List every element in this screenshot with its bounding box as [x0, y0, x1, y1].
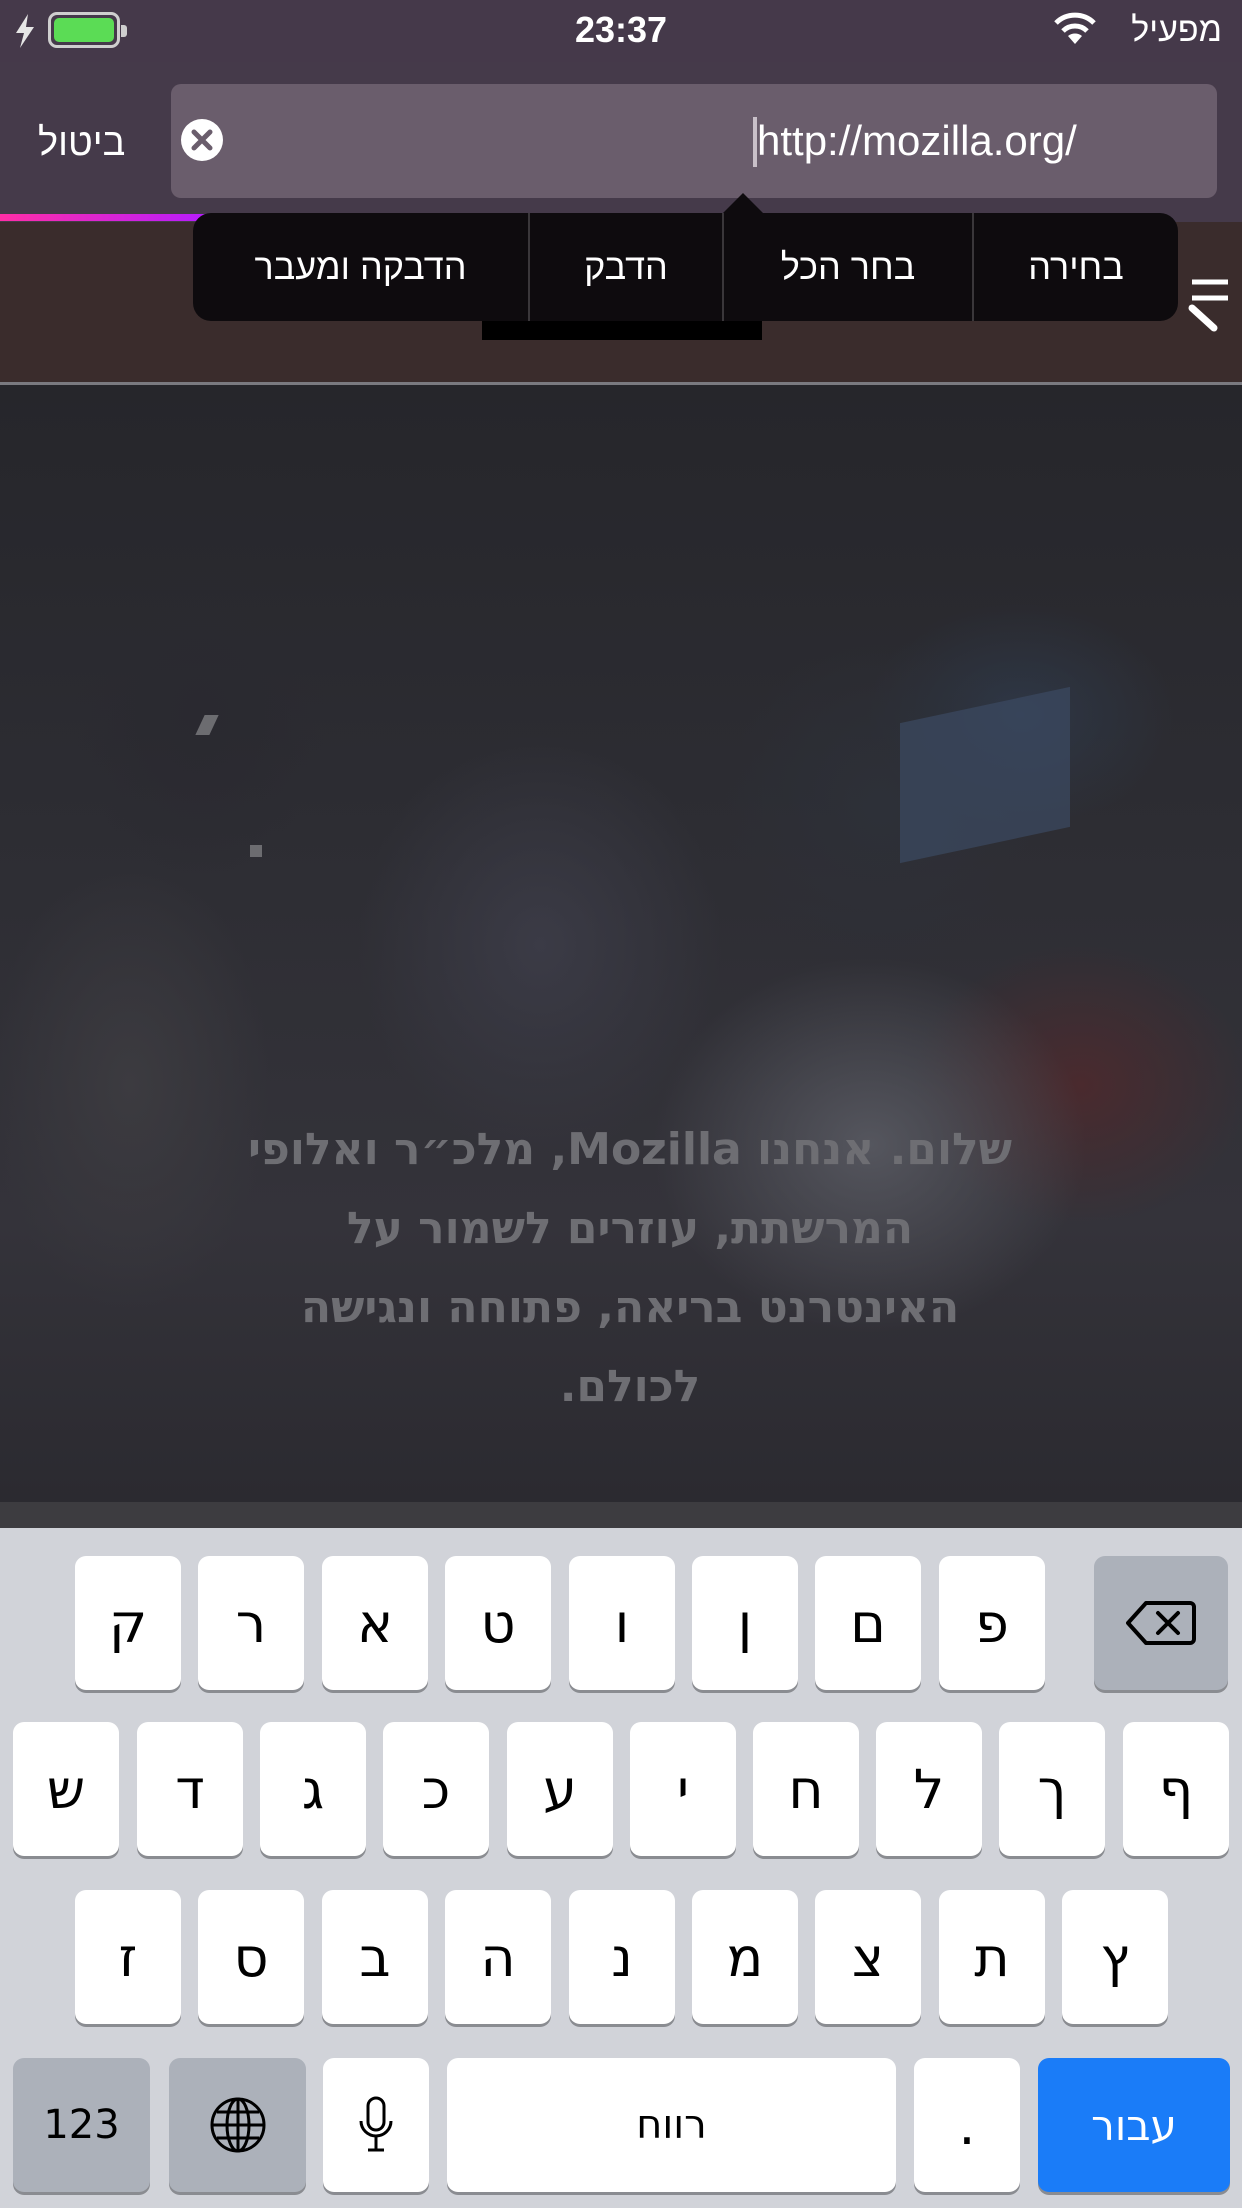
status-bar: 23:37 מפעיל — [0, 0, 1242, 62]
key[interactable]: נ — [569, 1890, 675, 2024]
page-load-progress — [0, 214, 210, 221]
menu-select[interactable]: בחירה — [972, 213, 1178, 321]
key[interactable]: ר — [198, 1556, 304, 1690]
key[interactable]: ף — [1123, 1722, 1229, 1856]
key[interactable]: ס — [198, 1890, 304, 2024]
key[interactable]: ו — [569, 1556, 675, 1690]
globe-key[interactable] — [169, 2058, 306, 2192]
hero-image: שלום. אנחנו Mozilla, מלכ״ר ואלופי המרשתת… — [0, 385, 1242, 1502]
key[interactable]: ת — [939, 1890, 1045, 2024]
key[interactable]: ץ — [1062, 1890, 1168, 2024]
space-key[interactable]: רווח — [447, 2058, 896, 2192]
key[interactable]: ב — [322, 1890, 428, 2024]
microphone-key[interactable] — [323, 2058, 429, 2192]
key[interactable]: ד — [137, 1722, 243, 1856]
key[interactable]: כ — [383, 1722, 489, 1856]
edit-menu: בחירה בחר הכל הדבק הדבקה ומעבר — [193, 193, 1178, 321]
backspace-icon — [1126, 1601, 1196, 1645]
go-key[interactable]: עבור — [1038, 2058, 1230, 2192]
hero-mark — [250, 845, 262, 857]
globe-icon — [210, 2097, 265, 2153]
search-icon[interactable] — [1184, 272, 1224, 332]
key[interactable]: א — [322, 1556, 428, 1690]
period-key[interactable]: . — [914, 2058, 1020, 2192]
carrier-label: מפעיל — [1131, 11, 1222, 49]
key[interactable]: צ — [815, 1890, 921, 2024]
backspace-key[interactable] — [1094, 1556, 1228, 1690]
key[interactable]: י — [630, 1722, 736, 1856]
hero-headline: שלום. אנחנו Mozilla, מלכ״ר ואלופי המרשתת… — [190, 1110, 1070, 1426]
key[interactable]: ל — [876, 1722, 982, 1856]
key[interactable]: ט — [445, 1556, 551, 1690]
url-input[interactable]: http://mozilla.org/ — [171, 84, 1217, 198]
wifi-icon — [1054, 12, 1096, 44]
menu-select-all[interactable]: בחר הכל — [722, 213, 972, 321]
clear-url-icon[interactable] — [181, 119, 223, 161]
menu-paste[interactable]: הדבק — [528, 213, 722, 321]
key[interactable]: ך — [999, 1722, 1105, 1856]
key[interactable]: ן — [692, 1556, 798, 1690]
hero-line: לכולם. — [559, 1361, 701, 1412]
keyboard: ק ר א ט ו ן ם פ ש ד ג כ ע י ח ל ך ף ז ס … — [0, 1528, 1242, 2208]
key[interactable]: פ — [939, 1556, 1045, 1690]
hero-mark — [195, 715, 219, 735]
key[interactable]: ם — [815, 1556, 921, 1690]
hero-line: האינטרנט בריאה, פתוחה ונגישה — [300, 1282, 960, 1333]
key[interactable]: ש — [13, 1722, 119, 1856]
key[interactable]: ה — [445, 1890, 551, 2024]
hero-line: המרשתת, עוזרים לשמור על — [346, 1203, 914, 1254]
url-text[interactable]: http://mozilla.org/ — [757, 117, 1077, 165]
cancel-button[interactable]: ביטול — [38, 122, 125, 165]
microphone-icon — [359, 2096, 393, 2152]
key[interactable]: ע — [507, 1722, 613, 1856]
laptop-shape — [900, 686, 1070, 864]
hero-line: שלום. אנחנו Mozilla, מלכ״ר ואלופי — [247, 1124, 1013, 1175]
url-bar: ביטול http://mozilla.org/ — [0, 62, 1242, 222]
keyboard-top-bar — [0, 1502, 1242, 1528]
key[interactable]: מ — [692, 1890, 798, 2024]
edit-menu-arrow — [723, 193, 763, 213]
numbers-key[interactable]: 123 — [13, 2058, 150, 2192]
key[interactable]: ז — [75, 1890, 181, 2024]
key[interactable]: ק — [75, 1556, 181, 1690]
menu-paste-and-go[interactable]: הדבקה ומעבר — [193, 213, 528, 321]
key[interactable]: ח — [753, 1722, 859, 1856]
key[interactable]: ג — [260, 1722, 366, 1856]
